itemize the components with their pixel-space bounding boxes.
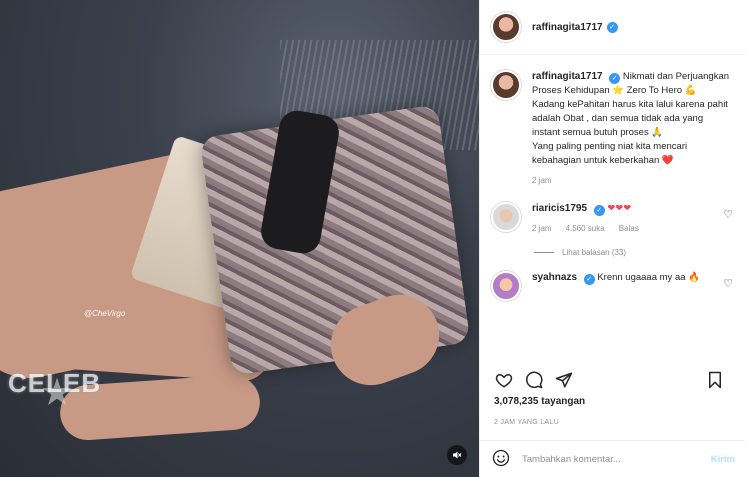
smiley-icon bbox=[492, 449, 510, 466]
bookmark-icon bbox=[709, 371, 721, 389]
celeb-logo: CELEB bbox=[8, 368, 102, 398]
comment-input[interactable] bbox=[522, 453, 711, 465]
post-comment-button[interactable]: Kirim bbox=[711, 454, 735, 465]
mute-button[interactable] bbox=[447, 445, 467, 465]
comment-text: ❤❤❤ bbox=[607, 203, 632, 214]
comment-item: syahnazs ✓ Krenn ugaaaa my aa 🔥 ♡ bbox=[480, 257, 745, 301]
caption: raffinagita1717 ✓ Nikmati dan Perjuangka… bbox=[480, 56, 745, 188]
caption-username[interactable]: raffinagita1717 bbox=[532, 71, 603, 82]
caption-time[interactable]: 2 jam bbox=[532, 174, 552, 188]
add-comment-bar: Kirim bbox=[480, 440, 745, 477]
header-username[interactable]: raffinagita1717 bbox=[532, 22, 603, 33]
post-timestamp[interactable]: 2 JAM YANG LALU bbox=[494, 419, 559, 426]
post-video[interactable]: @CheVirgo ★ CELEB bbox=[0, 0, 479, 477]
reply-button[interactable]: Balas bbox=[619, 222, 639, 236]
verified-badge-icon: ✓ bbox=[609, 73, 621, 84]
heart-outline-icon[interactable]: ♡ bbox=[723, 277, 733, 301]
divider bbox=[534, 252, 554, 253]
share-button[interactable] bbox=[554, 370, 574, 390]
heart-icon bbox=[495, 373, 513, 388]
speaker-muted-icon bbox=[453, 451, 462, 459]
save-button[interactable] bbox=[705, 370, 725, 390]
post-header: raffinagita1717 ✓ bbox=[480, 0, 745, 55]
view-count[interactable]: 3,078,235 tayangan bbox=[494, 396, 585, 407]
view-replies-button[interactable]: Lihat balasan (33) bbox=[534, 248, 745, 257]
verified-badge-icon: ✓ bbox=[606, 21, 618, 33]
comment-likes[interactable]: 4.560 suka bbox=[566, 222, 605, 236]
action-bar bbox=[480, 368, 745, 392]
caption-line-2: Kadang kePahitan harus kita lalui karena… bbox=[532, 99, 728, 138]
comment-icon bbox=[526, 371, 543, 389]
caption-line-3: Yang paling penting niat kita mencari ke… bbox=[532, 141, 688, 166]
heart-outline-icon[interactable]: ♡ bbox=[723, 208, 733, 236]
comments-list: raffinagita1717 ✓ Nikmati dan Perjuangka… bbox=[480, 56, 745, 356]
comment-username[interactable]: riaricis1795 bbox=[532, 203, 587, 214]
comment-text: Krenn ugaaaa my aa 🔥 bbox=[597, 272, 700, 283]
like-button[interactable] bbox=[494, 370, 514, 390]
avatar[interactable] bbox=[491, 202, 521, 232]
comment-item: riaricis1795 ✓ ❤❤❤ 2 jam 4.560 suka Bala… bbox=[480, 188, 745, 236]
comment-time[interactable]: 2 jam bbox=[532, 222, 552, 236]
avatar[interactable] bbox=[491, 12, 521, 42]
emoji-button[interactable] bbox=[492, 449, 510, 470]
avatar[interactable] bbox=[491, 271, 521, 301]
avatar[interactable] bbox=[491, 70, 521, 100]
verified-badge-icon: ✓ bbox=[593, 205, 605, 216]
video-watermark: @CheVirgo bbox=[84, 309, 126, 318]
comment-button[interactable] bbox=[524, 370, 544, 390]
comment-username[interactable]: syahnazs bbox=[532, 272, 577, 283]
post-details-panel: raffinagita1717 ✓ raffinagita1717 ✓ Nikm… bbox=[479, 0, 745, 477]
view-replies-label: Lihat balasan (33) bbox=[562, 248, 627, 257]
paper-plane-icon bbox=[555, 372, 573, 388]
verified-badge-icon: ✓ bbox=[583, 274, 595, 285]
